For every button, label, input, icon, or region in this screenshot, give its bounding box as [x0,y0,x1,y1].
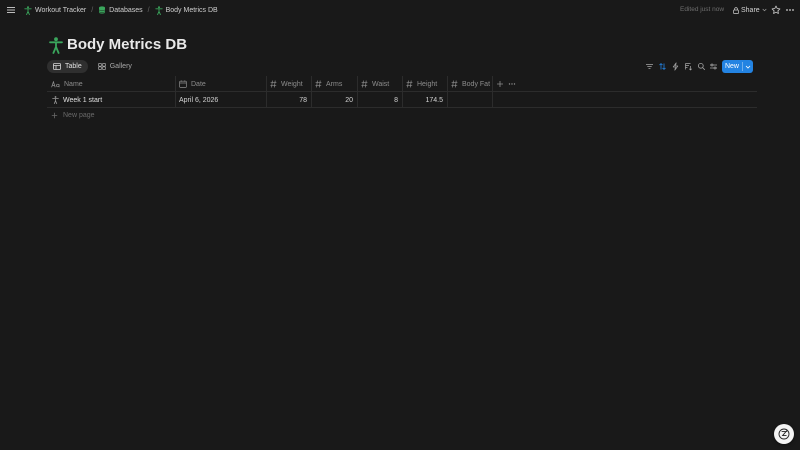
person-icon [52,96,59,104]
column-header-waist[interactable]: Waist [357,76,402,92]
person-icon [154,5,163,15]
column-label: Height [417,80,438,88]
star-icon[interactable] [771,5,781,15]
tab-gallery[interactable]: Gallery [92,60,138,73]
new-page-label: New page [63,112,95,119]
help-button[interactable] [774,424,794,444]
automation-icon[interactable] [671,62,680,71]
settings-icon[interactable] [709,62,718,71]
page-title: Body Metrics DB [67,36,188,53]
column-header-date[interactable]: Date [175,76,266,92]
tab-label: Gallery [109,63,132,70]
tab-table[interactable]: Table [47,60,88,73]
add-column-icon[interactable] [496,80,504,88]
column-header-body-fat[interactable]: Body Fat [447,76,492,92]
breadcrumb-label: Body Metrics DB [165,6,218,14]
breadcrumb-body-metrics-db[interactable]: Body Metrics DB [153,5,220,16]
chevron-down-icon[interactable] [743,65,753,69]
cell-arms[interactable]: 20 [311,92,357,108]
breadcrumb: Workout Tracker / Databases / Body Metri… [22,4,220,16]
column-label: Waist [372,80,390,88]
view-tabs: Table Gallery [47,60,138,73]
new-button-label: New [724,63,739,70]
cell-waist[interactable]: 8 [357,92,402,108]
lock-icon [733,6,739,14]
text-type-icon [51,80,60,88]
accessibility-person-icon[interactable] [49,37,63,54]
new-page-button[interactable]: New page [51,112,95,119]
person-icon [24,5,32,15]
breadcrumb-separator: / [147,6,150,14]
tab-label: Table [65,63,82,70]
row-title: Week 1 start [63,96,103,104]
column-header-name[interactable]: Name [47,76,175,92]
breadcrumb-label: Workout Tracker [35,6,87,14]
column-label: Date [191,80,206,88]
cell-body-fat[interactable] [447,92,492,108]
table-header-row: Name Date Weight Arms Waist Height Body … [47,76,757,92]
edited-status: Edited just now [680,6,725,13]
database-icon [98,6,106,14]
breadcrumb-databases[interactable]: Databases [96,5,144,15]
number-icon [406,80,413,88]
calendar-icon [179,80,187,88]
number-icon [361,80,368,88]
breadcrumb-workout-tracker[interactable]: Workout Tracker [22,5,88,16]
column-label: Name [64,80,83,88]
number-icon [315,80,322,88]
column-header-height[interactable]: Height [402,76,447,92]
database-table: Name Date Weight Arms Waist Height Body … [47,76,757,108]
filter-icon[interactable] [645,62,654,71]
share-button[interactable]: Share [730,4,770,16]
number-icon [270,80,277,88]
calendar-sort-icon[interactable] [684,62,693,71]
column-label: Body Fat [462,80,491,88]
chevron-down-icon [762,8,767,12]
table-row[interactable]: Week 1 start April 6, 2026 78 20 8 174.5 [47,92,757,108]
column-label: Weight [281,80,303,88]
share-label: Share [741,6,760,14]
column-label: Arms [326,80,343,88]
more-options-icon[interactable] [508,80,516,88]
top-bar: Workout Tracker / Databases / Body Metri… [0,0,800,20]
table-icon [53,63,61,70]
breadcrumb-separator: / [91,6,94,14]
cell-height[interactable]: 174.5 [402,92,447,108]
column-divider [492,92,493,108]
new-button[interactable]: New [722,60,753,73]
number-icon [451,80,458,88]
notion-ai-icon [778,428,790,440]
sort-icon[interactable] [658,62,667,71]
plus-icon [51,112,58,119]
cell-weight[interactable]: 78 [266,92,311,108]
cell-date[interactable]: April 6, 2026 [175,92,266,108]
column-header-weight[interactable]: Weight [266,76,311,92]
breadcrumb-label: Databases [109,6,143,14]
search-icon[interactable] [697,62,706,71]
menu-icon[interactable] [6,5,16,15]
more-options-icon[interactable] [785,5,795,15]
gallery-icon [97,63,106,70]
column-header-arms[interactable]: Arms [311,76,357,92]
column-divider [492,76,493,92]
cell-name[interactable]: Week 1 start [47,92,175,108]
